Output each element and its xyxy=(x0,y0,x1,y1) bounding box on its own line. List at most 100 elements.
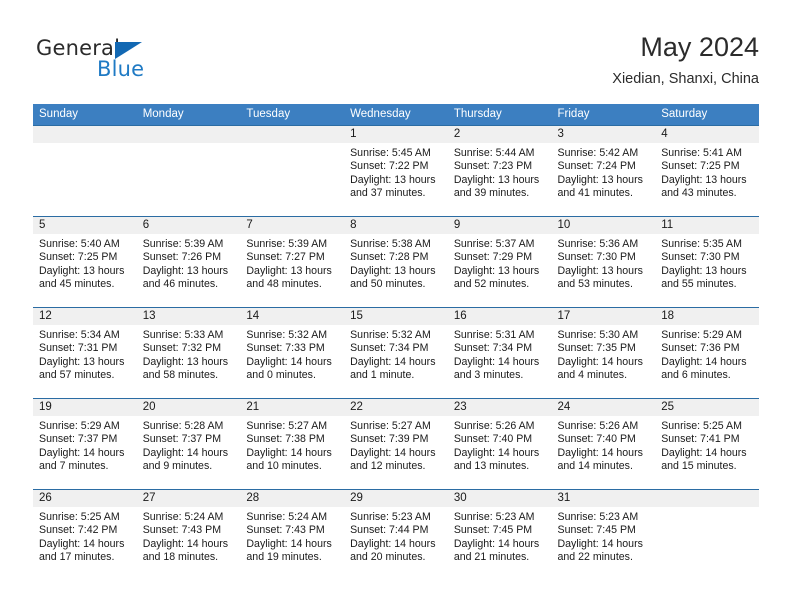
page-subtitle-location: Xiedian, Shanxi, China xyxy=(612,71,759,87)
calendar-day-cell[interactable]: 26 Sunrise: 5:25 AM Sunset: 7:42 PM Dayligh… xyxy=(33,490,137,580)
calendar-day-cell[interactable]: 11 Sunrise: 5:35 AM Sunset: 7:30 PM Dayligh… xyxy=(655,217,759,307)
calendar-day-cell[interactable]: 1 Sunrise: 5:45 AM Sunset: 7:22 PM Daylight… xyxy=(344,126,448,216)
daylight-duration-line2: and 0 minutes. xyxy=(246,369,316,382)
calendar-day-cell[interactable]: 28 Sunrise: 5:24 AM Sunset: 7:43 PM Dayligh… xyxy=(240,490,345,580)
calendar-cell: 18 Sunrise: 5:29 AM Sunset: 7:36 PM Dayligh… xyxy=(655,307,759,399)
daylight-duration-line2: and 19 minutes. xyxy=(246,551,322,564)
day-number: 23 xyxy=(447,399,552,416)
calendar-day-cell[interactable]: 15 Sunrise: 5:32 AM Sunset: 7:34 PM Dayligh… xyxy=(344,308,448,398)
daylight-duration-line2: and 46 minutes. xyxy=(142,278,219,291)
sunrise-time: Sunrise: 5:33 AM xyxy=(142,329,224,341)
calendar-day-cell[interactable]: 9 Sunrise: 5:37 AM Sunset: 7:29 PM Daylight… xyxy=(447,217,552,307)
daylight-duration-line1: Daylight: 13 hours xyxy=(453,264,540,277)
calendar-cell: 15 Sunrise: 5:32 AM Sunset: 7:34 PM Dayligh… xyxy=(344,307,448,399)
calendar-day-cell[interactable]: 30 Sunrise: 5:23 AM Sunset: 7:45 PM Dayligh… xyxy=(447,490,552,580)
day-sun-info: Sunrise: 5:25 AM Sunset: 7:42 PM Daylight:… xyxy=(33,507,137,565)
daylight-duration-line2: and 50 minutes. xyxy=(350,278,426,291)
page-title: May 2024 xyxy=(640,32,759,62)
general-blue-logo[interactable]: General Blue xyxy=(36,36,176,88)
calendar-day-cell[interactable]: 16 Sunrise: 5:31 AM Sunset: 7:34 PM Dayligh… xyxy=(447,308,552,398)
day-sun-info: Sunrise: 5:32 AM Sunset: 7:34 PM Daylight:… xyxy=(344,325,448,383)
calendar-day-cell[interactable]: 25 Sunrise: 5:25 AM Sunset: 7:41 PM Dayligh… xyxy=(655,399,759,489)
calendar-day-cell[interactable]: 19 Sunrise: 5:29 AM Sunset: 7:37 PM Dayligh… xyxy=(33,399,137,489)
day-number: 13 xyxy=(136,308,241,325)
calendar-day-cell[interactable]: 31 Sunrise: 5:23 AM Sunset: 7:45 PM Dayligh… xyxy=(551,490,656,580)
calendar-cell: 30 Sunrise: 5:23 AM Sunset: 7:45 PM Dayligh… xyxy=(447,489,552,581)
calendar-cell xyxy=(240,125,345,217)
day-number: 21 xyxy=(240,399,345,416)
calendar-day-cell[interactable]: 21 Sunrise: 5:27 AM Sunset: 7:38 PM Dayligh… xyxy=(240,399,345,489)
calendar-day-cell[interactable]: 27 Sunrise: 5:24 AM Sunset: 7:43 PM Dayligh… xyxy=(136,490,241,580)
day-sun-info: Sunrise: 5:23 AM Sunset: 7:44 PM Daylight:… xyxy=(344,507,448,565)
sunset-time: Sunset: 7:38 PM xyxy=(246,433,325,446)
day-number: 5 xyxy=(33,217,137,234)
day-number: 25 xyxy=(655,399,759,416)
calendar-day-cell[interactable]: 24 Sunrise: 5:26 AM Sunset: 7:40 PM Dayligh… xyxy=(551,399,656,489)
daylight-duration-line1: Daylight: 14 hours xyxy=(246,446,332,459)
calendar-cell: 26 Sunrise: 5:25 AM Sunset: 7:42 PM Dayligh… xyxy=(33,489,137,581)
sunrise-time: Sunrise: 5:23 AM xyxy=(453,511,535,523)
calendar-day-cell[interactable]: 18 Sunrise: 5:29 AM Sunset: 7:36 PM Dayligh… xyxy=(655,308,759,398)
sunset-time: Sunset: 7:37 PM xyxy=(39,433,118,446)
calendar-day-cell[interactable]: 3 Sunrise: 5:42 AM Sunset: 7:24 PM Daylight… xyxy=(551,126,656,216)
calendar-day-cell[interactable]: 22 Sunrise: 5:27 AM Sunset: 7:39 PM Dayligh… xyxy=(344,399,448,489)
sunrise-time: Sunrise: 5:27 AM xyxy=(350,420,431,432)
day-sun-info: Sunrise: 5:23 AM Sunset: 7:45 PM Daylight:… xyxy=(448,507,552,565)
calendar-day-cell[interactable]: 10 Sunrise: 5:36 AM Sunset: 7:30 PM Dayligh… xyxy=(551,217,656,307)
calendar-day-cell-empty xyxy=(33,126,137,216)
day-number xyxy=(655,490,759,507)
daylight-duration-line1: Daylight: 14 hours xyxy=(453,446,540,459)
calendar-day-cell[interactable]: 2 Sunrise: 5:44 AM Sunset: 7:23 PM Daylight… xyxy=(447,126,552,216)
sunset-time: Sunset: 7:41 PM xyxy=(661,433,740,446)
calendar-day-cell[interactable]: 6 Sunrise: 5:39 AM Sunset: 7:26 PM Daylight… xyxy=(136,217,241,307)
day-sun-info: Sunrise: 5:29 AM Sunset: 7:36 PM Daylight:… xyxy=(655,325,759,383)
day-sun-info: Sunrise: 5:24 AM Sunset: 7:43 PM Daylight:… xyxy=(240,507,344,565)
calendar-day-cell[interactable]: 4 Sunrise: 5:41 AM Sunset: 7:25 PM Daylight… xyxy=(655,126,759,216)
calendar-cell: 23 Sunrise: 5:26 AM Sunset: 7:40 PM Dayligh… xyxy=(447,398,552,490)
daylight-duration-line1: Daylight: 14 hours xyxy=(39,537,125,550)
calendar-day-cell[interactable]: 12 Sunrise: 5:34 AM Sunset: 7:31 PM Dayligh… xyxy=(33,308,137,398)
sunrise-time: Sunrise: 5:42 AM xyxy=(557,147,639,159)
day-number: 22 xyxy=(344,399,448,416)
sunset-time: Sunset: 7:29 PM xyxy=(453,251,533,264)
sunrise-time: Sunrise: 5:30 AM xyxy=(557,329,639,341)
day-header-sunday: Sunday xyxy=(33,104,137,126)
calendar-cell: 12 Sunrise: 5:34 AM Sunset: 7:31 PM Dayligh… xyxy=(33,307,137,399)
calendar-day-cell-empty xyxy=(655,490,759,580)
daylight-duration-line2: and 7 minutes. xyxy=(39,460,109,473)
day-number: 8 xyxy=(344,217,448,234)
calendar-cell: 14 Sunrise: 5:32 AM Sunset: 7:33 PM Dayligh… xyxy=(240,307,345,399)
calendar-day-cell[interactable]: 20 Sunrise: 5:28 AM Sunset: 7:37 PM Dayligh… xyxy=(136,399,241,489)
day-sun-info: Sunrise: 5:32 AM Sunset: 7:33 PM Daylight:… xyxy=(240,325,344,383)
daylight-duration-line2: and 6 minutes. xyxy=(661,369,731,382)
sunset-time: Sunset: 7:45 PM xyxy=(557,524,636,537)
calendar-day-cell[interactable]: 17 Sunrise: 5:30 AM Sunset: 7:35 PM Dayligh… xyxy=(551,308,656,398)
daylight-duration-line1: Daylight: 14 hours xyxy=(453,355,540,368)
day-number: 9 xyxy=(447,217,552,234)
calendar-week-row: 19 Sunrise: 5:29 AM Sunset: 7:37 PM Dayligh… xyxy=(33,398,759,490)
day-number: 17 xyxy=(551,308,656,325)
daylight-duration-line2: and 58 minutes. xyxy=(142,369,219,382)
daylight-duration-line1: Daylight: 14 hours xyxy=(453,537,540,550)
calendar-day-cell[interactable]: 29 Sunrise: 5:23 AM Sunset: 7:44 PM Dayligh… xyxy=(344,490,448,580)
calendar-day-cell[interactable]: 13 Sunrise: 5:33 AM Sunset: 7:32 PM Dayligh… xyxy=(136,308,241,398)
calendar-day-cell[interactable]: 8 Sunrise: 5:38 AM Sunset: 7:28 PM Daylight… xyxy=(344,217,448,307)
day-sun-info: Sunrise: 5:34 AM Sunset: 7:31 PM Daylight:… xyxy=(33,325,137,383)
calendar-day-cell[interactable]: 7 Sunrise: 5:39 AM Sunset: 7:27 PM Daylight… xyxy=(240,217,345,307)
sunrise-time: Sunrise: 5:24 AM xyxy=(246,511,328,523)
sunrise-time: Sunrise: 5:23 AM xyxy=(557,511,639,523)
daylight-duration-line2: and 41 minutes. xyxy=(557,187,633,200)
calendar-day-cell[interactable]: 23 Sunrise: 5:26 AM Sunset: 7:40 PM Dayligh… xyxy=(447,399,552,489)
sunset-time: Sunset: 7:30 PM xyxy=(557,251,636,264)
calendar-day-cell[interactable]: 5 Sunrise: 5:40 AM Sunset: 7:25 PM Daylight… xyxy=(33,217,137,307)
daylight-duration-line2: and 55 minutes. xyxy=(661,278,737,291)
sunrise-time: Sunrise: 5:27 AM xyxy=(246,420,328,432)
day-header-tuesday: Tuesday xyxy=(240,104,345,126)
calendar-page: General Blue May 2024 Xiedian, Shanxi, C… xyxy=(0,0,792,612)
day-number: 24 xyxy=(551,399,656,416)
calendar-cell: 9 Sunrise: 5:37 AM Sunset: 7:29 PM Daylight… xyxy=(447,216,552,308)
daylight-duration-line1: Daylight: 14 hours xyxy=(350,446,436,459)
calendar-week-row: 5 Sunrise: 5:40 AM Sunset: 7:25 PM Daylight… xyxy=(33,216,759,308)
calendar-week-row: 26 Sunrise: 5:25 AM Sunset: 7:42 PM Dayligh… xyxy=(33,489,759,581)
calendar-day-cell[interactable]: 14 Sunrise: 5:32 AM Sunset: 7:33 PM Dayligh… xyxy=(240,308,345,398)
